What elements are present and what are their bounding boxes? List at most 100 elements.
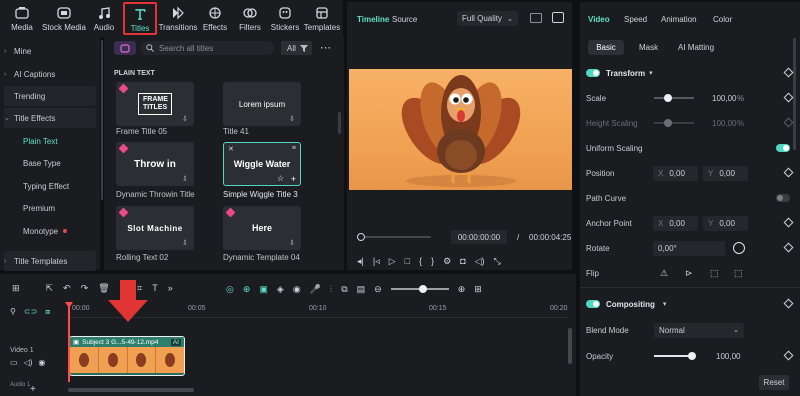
ai-title-button[interactable] [114, 41, 136, 55]
microphone-icon[interactable]: 🎤 [310, 284, 321, 295]
menu-icon[interactable]: ≡ [292, 145, 296, 152]
add-icon[interactable]: + [291, 174, 296, 184]
add-track-icon[interactable]: + [30, 384, 36, 395]
height-slider[interactable] [654, 119, 694, 127]
tab-color[interactable]: Color [713, 15, 732, 24]
sidebar-scrollbar[interactable] [101, 40, 103, 200]
pip-icon[interactable]: ▤ [357, 284, 366, 295]
grid-icon[interactable] [530, 13, 542, 23]
timeline-h-scrollbar[interactable] [68, 388, 194, 392]
subtab-basic[interactable]: Basic [588, 40, 624, 55]
anchor-y-input[interactable]: Y 0,00 [703, 215, 748, 231]
quality-dropdown[interactable]: Full Quality ⌄ [457, 11, 518, 26]
tab-templates[interactable]: Templates [303, 2, 341, 35]
keyframe-diamond-icon[interactable] [783, 167, 794, 178]
opacity-slider[interactable] [654, 352, 696, 360]
position-x-input[interactable]: X 0,00 [653, 165, 698, 181]
zoom-out-icon[interactable]: ⊖ [374, 284, 382, 295]
mark-in-icon[interactable]: { [419, 256, 422, 266]
volume-icon[interactable]: ◁) [475, 256, 485, 267]
previous-frame-icon[interactable]: ◂| [357, 256, 364, 267]
rotate-left-icon[interactable]: ⬚ [710, 268, 719, 279]
tab-speed[interactable]: Speed [624, 15, 647, 24]
title-tile-title-41[interactable]: Lorem ipsum ⇩ [223, 82, 301, 126]
uniform-scaling-toggle[interactable] [776, 144, 790, 152]
reset-button[interactable]: Reset [759, 375, 789, 390]
sidebar-item-ai-captions[interactable]: › AI Captions [4, 64, 96, 84]
keyframe-diamond-icon[interactable] [783, 67, 794, 78]
more-tools-icon[interactable]: » [168, 283, 173, 293]
audio-mixer-icon[interactable]: ⫶ [330, 284, 332, 295]
scrubber-handle[interactable] [357, 233, 365, 241]
rotate-input[interactable]: 0,00° [653, 240, 725, 256]
slider-handle[interactable] [664, 94, 672, 102]
track-visibility-icon[interactable]: ◉ [38, 358, 45, 367]
text-tool-icon[interactable]: T [152, 283, 158, 293]
marker-icon[interactable]: ▣ [259, 284, 268, 295]
tab-filters[interactable]: Filters [234, 2, 266, 35]
anchor-x-input[interactable]: X 0,00 [653, 215, 698, 231]
sidebar-item-title-templates[interactable]: › Title Templates [4, 251, 96, 271]
snapshot-image-icon[interactable] [552, 12, 564, 23]
video-clip[interactable]: ▣ Subject 3 G...5-49-12.mp4 AI [69, 336, 185, 376]
mark-out-icon[interactable]: } [431, 256, 434, 266]
tab-stickers[interactable]: Stickers [268, 2, 302, 35]
rotate-dial-icon[interactable] [733, 242, 745, 254]
title-tile-dynamic-template-04[interactable]: Here ⇩ [223, 206, 301, 250]
tab-animation[interactable]: Animation [661, 15, 697, 24]
undo-icon[interactable]: ↶ [63, 283, 71, 294]
record-icon[interactable]: ◉ [293, 284, 301, 295]
favorite-star-icon[interactable]: ☆ [277, 174, 284, 183]
split-tool-icon[interactable]: ⊕ [243, 284, 251, 295]
sidebar-item-typing-effect[interactable]: Typing Effect [4, 176, 96, 196]
tab-effects[interactable]: Effects [199, 2, 231, 35]
link-icon[interactable]: ⚲ [10, 307, 16, 317]
snapshot-icon[interactable]: ◘ [460, 256, 465, 266]
tab-audio[interactable]: Audio [88, 2, 120, 35]
layout-grid-icon[interactable]: ⊞ [12, 283, 20, 294]
timeline-v-scrollbar[interactable] [568, 328, 572, 364]
keyframe-diamond-icon[interactable] [783, 298, 794, 309]
tab-transitions[interactable]: Transitions [159, 2, 197, 35]
flip-horizontal-icon[interactable]: ⚠ [660, 268, 668, 279]
filter-dropdown[interactable]: All [281, 41, 312, 55]
title-tile-frame-title-05[interactable]: FRAME TITLES ⇩ [116, 82, 194, 126]
select-tool-icon[interactable]: ⇱ [46, 283, 54, 294]
browser-scrollbar[interactable] [338, 112, 341, 134]
tab-source[interactable]: Source [392, 15, 417, 24]
ai-tool-icon[interactable]: ◎ [226, 284, 234, 295]
sidebar-item-plain-text[interactable]: Plain Text [4, 131, 96, 151]
tab-video[interactable]: Video [588, 15, 610, 24]
play-icon[interactable]: ▷ [389, 256, 396, 267]
sidebar-item-premium[interactable]: Premium [4, 198, 96, 218]
keyframe-diamond-icon[interactable] [783, 92, 794, 103]
slider-handle[interactable] [688, 352, 696, 360]
scale-slider[interactable] [654, 94, 694, 102]
stop-icon[interactable]: □ [405, 256, 410, 266]
playhead[interactable] [68, 302, 70, 382]
replace-icon[interactable]: ⧉ [341, 284, 347, 295]
transform-toggle[interactable] [586, 69, 600, 77]
path-curve-toggle[interactable] [776, 194, 790, 202]
slider-handle[interactable] [664, 119, 672, 127]
title-tile-dynamic-throwin[interactable]: Throw in ⇩ [116, 142, 194, 186]
tab-stock-media[interactable]: Stock Media [42, 2, 86, 35]
title-tile-simple-wiggle-3[interactable]: ✕ ≡ Wiggle Water ☆ + [223, 142, 301, 186]
sidebar-item-monotype[interactable]: Monotype [4, 221, 96, 241]
props-scrollbar[interactable] [793, 38, 796, 150]
step-back-icon[interactable]: |◃ [373, 256, 380, 267]
position-y-input[interactable]: Y 0,00 [703, 165, 748, 181]
fullscreen-icon[interactable]: ⤡ [494, 256, 501, 267]
sidebar-item-trending[interactable]: Trending [4, 86, 96, 106]
sidebar-item-mine[interactable]: › Mine [4, 41, 96, 61]
slider-handle[interactable] [418, 285, 427, 293]
grid-view-icon[interactable]: ⊞ [474, 284, 482, 295]
track-mute-icon[interactable]: ◁) [24, 358, 33, 367]
snap-icon[interactable]: ⧈ [45, 307, 50, 317]
chevron-down-icon[interactable]: ▾ [663, 300, 667, 308]
keyframe-diamond-icon[interactable] [783, 217, 794, 228]
search-input[interactable]: Search all titles [140, 41, 274, 55]
track-type-icon[interactable]: ▭ [10, 358, 18, 367]
rotate-right-icon[interactable]: ⬚ [734, 268, 743, 279]
magnet-icon[interactable]: ⊂⊃ [24, 307, 37, 317]
